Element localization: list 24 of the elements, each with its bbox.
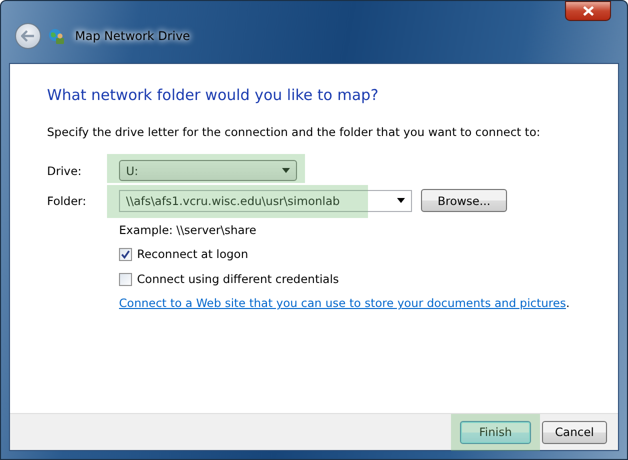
folder-combo-field[interactable]: \\afs\afs1.vcru.wisc.edu\usr\simonlab xyxy=(119,190,412,212)
example-text: Example: \\server\share xyxy=(119,223,256,237)
browse-button[interactable]: Browse... xyxy=(421,189,507,212)
instruction-text: Specify the drive letter for the connection and the folder that you want to connect to: xyxy=(47,125,542,139)
dialog-heading: What network folder would you like to map? xyxy=(47,86,380,104)
cancel-button[interactable]: Cancel xyxy=(542,420,607,444)
checkbox[interactable] xyxy=(119,248,132,260)
drive-label: Drive: xyxy=(47,164,83,178)
drive-dropdown[interactable]: U: xyxy=(119,160,297,181)
network-drive-icon xyxy=(47,27,65,45)
close-button[interactable] xyxy=(565,1,611,21)
close-icon xyxy=(582,6,594,16)
checkbox[interactable] xyxy=(119,272,132,286)
back-arrow-icon xyxy=(21,30,35,42)
back-button[interactable] xyxy=(15,23,41,49)
checkbox-label[interactable]: Reconnect at logon xyxy=(137,247,248,261)
caret-icon xyxy=(397,198,405,203)
finish-button[interactable]: Finish xyxy=(460,420,531,444)
web-site-link[interactable]: Connect to a Web site that you can use to store your documents and pictures xyxy=(119,296,566,310)
caret-icon xyxy=(282,168,290,173)
link-sentence: Connect to a Web site that you can use to store your documents and pictures. xyxy=(119,296,570,310)
folder-label: Folder: xyxy=(47,194,88,208)
window-title: Map Network Drive xyxy=(74,28,192,45)
checkbox-label[interactable]: Connect using different credentials xyxy=(137,272,339,286)
